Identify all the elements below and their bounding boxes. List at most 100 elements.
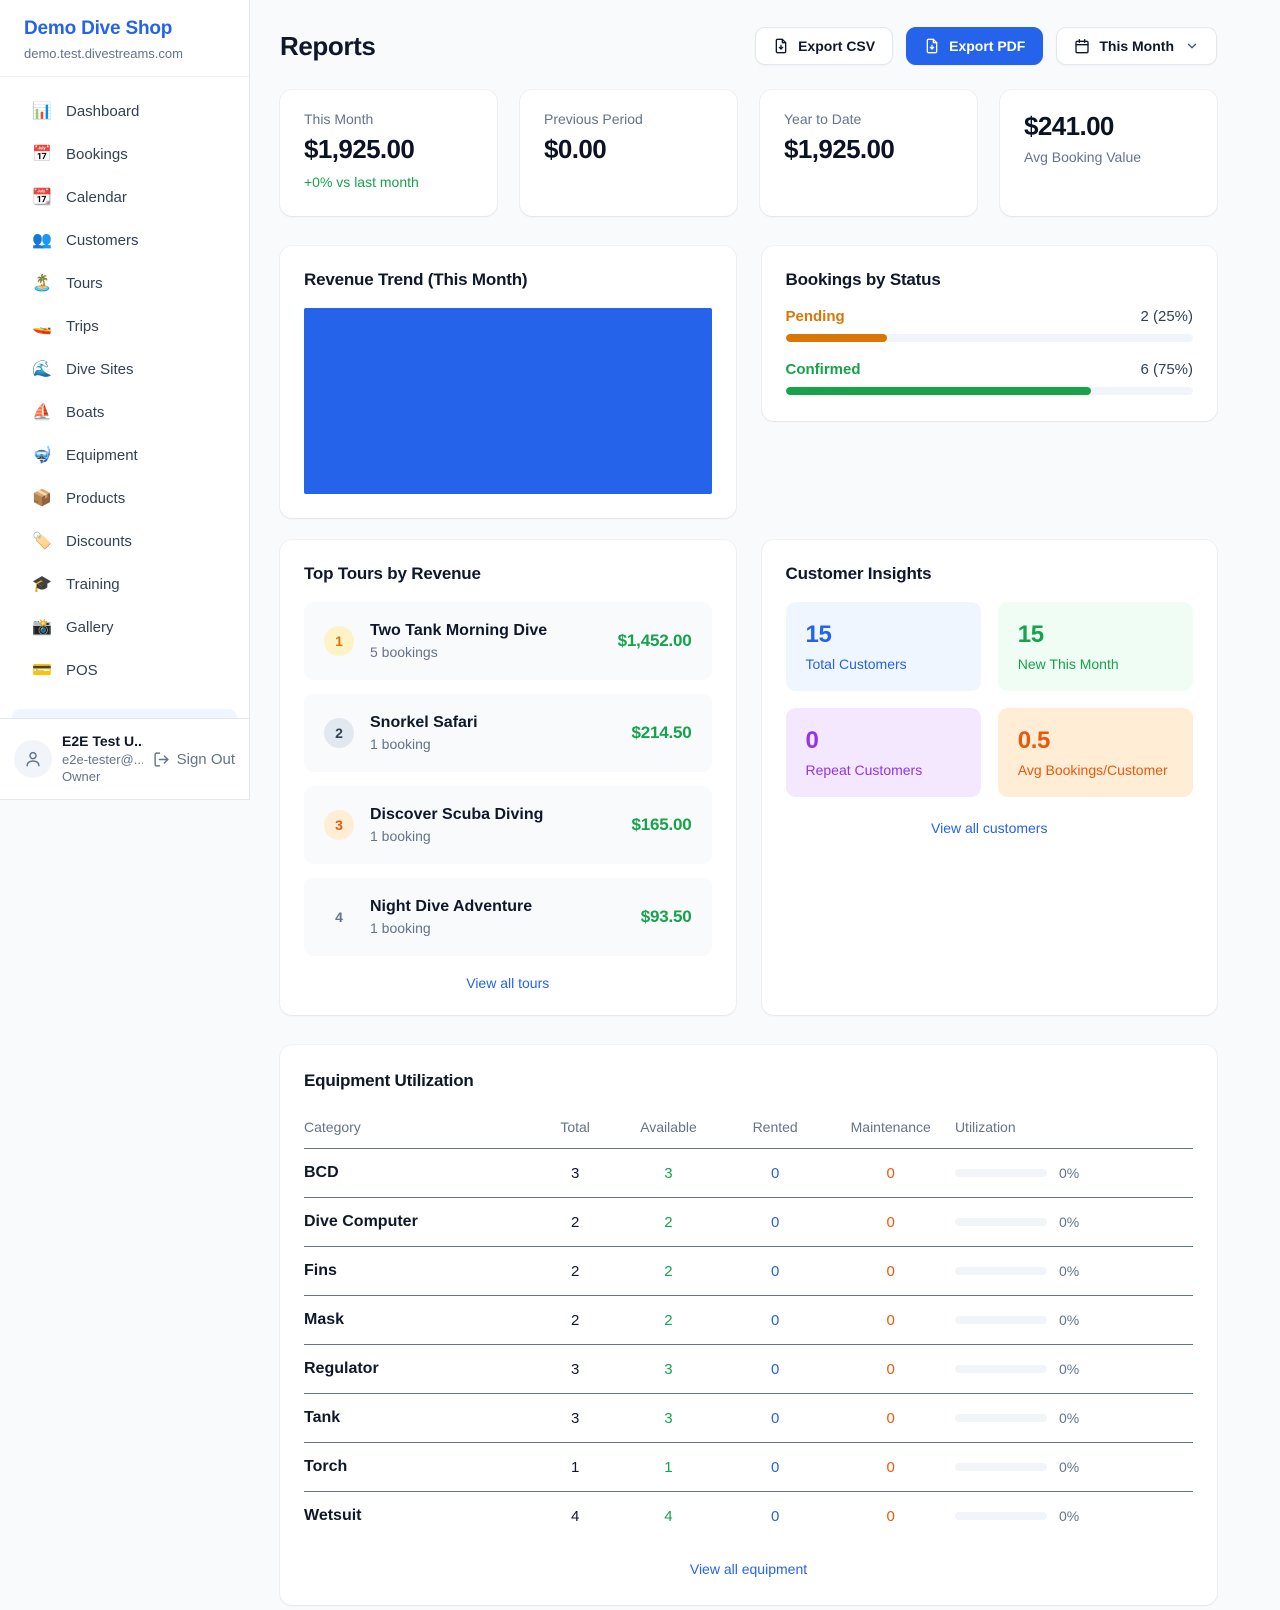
tour-row: 3 Discover Scuba Diving 1 booking $165.0… [304,786,712,864]
page-title: Reports [280,31,375,62]
insight-value: 0 [806,727,961,755]
utilization-percent: 0% [1059,1459,1079,1475]
tour-list: 1 Two Tank Morning Dive 5 bookings $1,45… [304,602,712,956]
sign-out-button[interactable]: Sign Out [153,751,235,768]
nav-item-icon: 👥 [32,230,52,250]
stat-value: $1,925.00 [304,134,473,165]
column-header: Available [615,1109,722,1149]
stat-card-year-to-date: Year to Date $1,925.00 [760,90,977,216]
status-bar-track [786,387,1194,395]
rank-badge: 3 [324,810,354,840]
user-avatar [14,740,52,778]
table-row: Dive Computer 2 2 0 0 0% [304,1198,1193,1247]
stat-card-this-month: This Month $1,925.00 +0% vs last month [280,90,497,216]
sidebar-nav-item[interactable]: 🎓 Training [12,563,237,605]
view-all-tours-link[interactable]: View all tours [304,975,712,991]
cell-rented: 0 [722,1492,829,1541]
status-name: Confirmed [786,361,861,378]
sidebar: Demo Dive Shop demo.test.divestreams.com… [0,0,250,800]
file-download-icon [924,38,940,54]
table-row: Mask 2 2 0 0 0% [304,1296,1193,1345]
cell-utilization: 0% [953,1296,1193,1345]
header-actions: Export CSV Export PDF This Month [755,27,1217,65]
top-tours-panel: Top Tours by Revenue 1 Two Tank Morning … [280,540,736,1015]
panel-title: Revenue Trend (This Month) [304,270,712,290]
insights-row: Top Tours by Revenue 1 Two Tank Morning … [280,540,1217,1015]
utilization-bar-track [955,1512,1047,1520]
user-role: Owner [62,768,143,786]
view-all-customers-link[interactable]: View all customers [786,820,1194,836]
cell-available: 3 [615,1149,722,1198]
cell-category: Wetsuit [304,1492,535,1541]
panel-title: Customer Insights [786,564,1194,584]
cell-maintenance: 0 [828,1296,952,1345]
export-pdf-button[interactable]: Export PDF [906,27,1043,65]
sidebar-nav-item[interactable]: 📦 Products [12,477,237,519]
cell-available: 2 [615,1247,722,1296]
sidebar-nav-item[interactable]: 📸 Gallery [12,606,237,648]
export-csv-button[interactable]: Export CSV [755,27,893,65]
sidebar-nav-item[interactable]: 🚤 Trips [12,305,237,347]
sidebar-nav-item[interactable]: 📆 Calendar [12,176,237,218]
stat-label: Avg Booking Value [1024,149,1193,165]
sidebar-nav-item[interactable]: 💳 POS [12,649,237,691]
status-count: 6 (75%) [1140,361,1193,378]
revenue-trend-panel: Revenue Trend (This Month) [280,246,736,518]
page-header: Reports Export CSV Export PDF This Month [280,27,1217,65]
nav-item-icon: 📅 [32,144,52,164]
table-row: Tank 3 3 0 0 0% [304,1394,1193,1443]
active-nav-item-partial[interactable] [12,709,237,718]
period-dropdown[interactable]: This Month [1056,27,1217,65]
cell-maintenance: 0 [828,1345,952,1394]
person-icon [23,749,43,769]
sidebar-nav: 📊 Dashboard 📅 Bookings 📆 Calendar 👥 Cust… [0,77,249,708]
stat-value: $0.00 [544,134,713,165]
sidebar-nav-item[interactable]: ⛵ Boats [12,391,237,433]
rank-badge: 1 [324,626,354,656]
nav-item-label: Bookings [66,146,128,163]
insight-value: 15 [1018,621,1173,649]
stat-label: This Month [304,111,473,127]
cell-rented: 0 [722,1394,829,1443]
sidebar-nav-item[interactable]: 📊 Dashboard [12,90,237,132]
view-all-equipment-link[interactable]: View all equipment [304,1561,1193,1577]
cell-category: Mask [304,1296,535,1345]
cell-maintenance: 0 [828,1443,952,1492]
cell-rented: 0 [722,1296,829,1345]
shop-title: Demo Dive Shop [24,18,225,40]
cell-total: 4 [535,1492,615,1541]
insight-label: Repeat Customers [806,762,961,778]
sidebar-nav-item[interactable]: 📅 Bookings [12,133,237,175]
tour-revenue: $165.00 [631,815,691,835]
user-email: e2e-tester@... [62,751,143,769]
sidebar-nav-item[interactable]: 🌊 Dive Sites [12,348,237,390]
tour-row: 4 Night Dive Adventure 1 booking $93.50 [304,878,712,956]
nav-item-icon: 🏝️ [32,273,52,293]
cell-total: 2 [535,1296,615,1345]
brand-block: Demo Dive Shop demo.test.divestreams.com [0,0,249,77]
insight-tile: 0.5 Avg Bookings/Customer [998,708,1193,797]
nav-item-icon: 🌊 [32,359,52,379]
sidebar-nav-item[interactable]: 🏷️ Discounts [12,520,237,562]
sidebar-nav-item[interactable]: 🤿 Equipment [12,434,237,476]
sidebar-nav-item[interactable]: 👥 Customers [12,219,237,261]
cell-available: 4 [615,1492,722,1541]
stat-label: Year to Date [784,111,953,127]
sidebar-nav-item[interactable]: 🏝️ Tours [12,262,237,304]
insight-value: 0.5 [1018,727,1173,755]
cell-category: Tank [304,1394,535,1443]
insight-label: New This Month [1018,656,1173,672]
utilization-percent: 0% [1059,1214,1079,1230]
cell-utilization: 0% [953,1198,1193,1247]
insight-value: 15 [806,621,961,649]
cell-category: Dive Computer [304,1198,535,1247]
customer-insights-panel: Customer Insights 15 Total Customers 15 … [762,540,1218,1015]
insight-label: Avg Bookings/Customer [1018,762,1173,778]
stat-card-previous-period: Previous Period $0.00 [520,90,737,216]
tour-row: 2 Snorkel Safari 1 booking $214.50 [304,694,712,772]
cell-total: 1 [535,1443,615,1492]
cell-total: 2 [535,1247,615,1296]
equipment-utilization-panel: Equipment Utilization Category Total Ava… [280,1045,1217,1605]
cell-available: 2 [615,1296,722,1345]
charts-row: Revenue Trend (This Month) Bookings by S… [280,246,1217,518]
